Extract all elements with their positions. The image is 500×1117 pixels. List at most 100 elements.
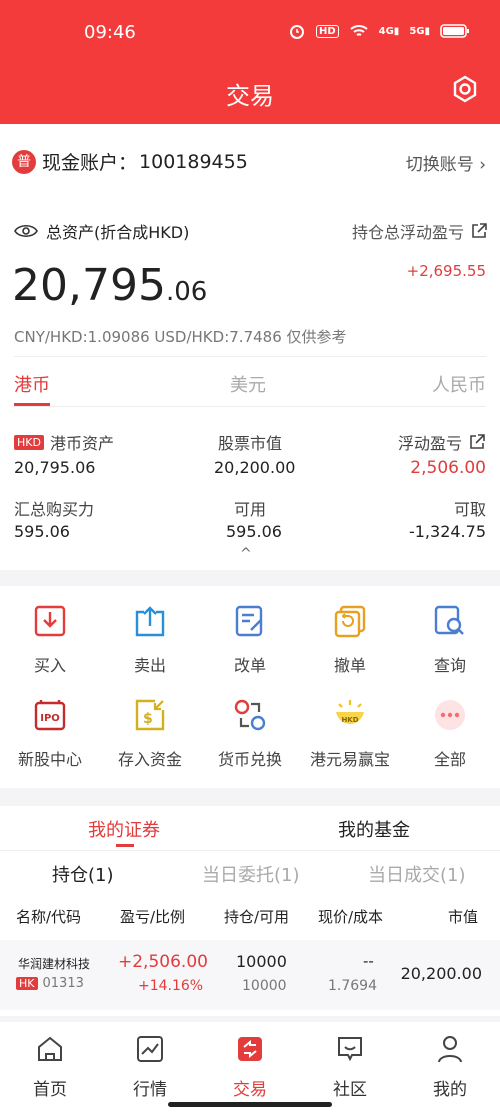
community-icon [338, 1037, 362, 1062]
deposit-icon: $ [135, 699, 165, 731]
buying-power-value: 595.06 [14, 522, 70, 541]
action-cancel-order[interactable]: 撤单 [300, 604, 400, 676]
sell-icon [135, 606, 165, 637]
subtab-today-orders[interactable]: 当日委托(1) [202, 861, 300, 887]
nav-profile[interactable]: 我的 [400, 1034, 500, 1100]
home-indicator[interactable] [168, 1102, 332, 1107]
action-label: 新股中心 [17, 750, 82, 769]
action-deposit[interactable]: $ 存入资金 [100, 698, 200, 770]
switch-account-button[interactable]: 切换账号 › [406, 150, 486, 175]
col-qty-avail: 持仓/可用 [224, 908, 290, 926]
col-price-cost: 现价/成本 [318, 908, 384, 926]
float-pl-cell-label[interactable]: 浮动盈亏 [398, 430, 486, 454]
wifi-icon [349, 25, 368, 36]
account-selector[interactable]: 普 现金账户： 100189455 [12, 148, 248, 175]
withdrawable-value: -1,324.75 [408, 522, 486, 541]
col-pl-ratio: 盈亏/比例 [120, 908, 186, 926]
4g-label: 4G [378, 25, 394, 37]
nav-market[interactable]: 行情 [100, 1034, 200, 1100]
row-pl-pct: +14.16% [138, 978, 204, 994]
action-query[interactable]: 查询 [400, 604, 500, 676]
col-market-value: 市值 [448, 908, 479, 926]
nav-label: 我的 [433, 1080, 467, 1100]
buying-power-label: 汇总购买力 [14, 500, 95, 519]
row-market-value: 20,200.00 [400, 964, 482, 983]
securities-panel: 我的证券 我的基金 持仓(1) 当日委托(1) 当日成交(1) 名称/代码 盈亏… [0, 806, 500, 1016]
buy-icon [34, 605, 66, 637]
5g-label: 5G [409, 25, 425, 37]
tab-my-funds[interactable]: 我的基金 [338, 816, 410, 842]
hkd-treasure-icon: HKD [336, 700, 364, 724]
eye-icon[interactable] [14, 223, 38, 239]
tab-indicator [116, 844, 134, 847]
float-pl-cell-value: 2,506.00 [410, 458, 486, 478]
action-ipo-center[interactable]: IPO 新股中心 [0, 698, 100, 770]
cell-label: 浮动盈亏 [397, 434, 462, 453]
action-label: 改单 [233, 656, 266, 675]
home-icon [38, 1036, 62, 1061]
battery-icon [440, 24, 469, 38]
nav-label: 社区 [333, 1080, 367, 1100]
action-label: 查询 [433, 656, 466, 675]
tab-hkd[interactable]: 港币 [14, 371, 50, 397]
collapse-chevron-icon[interactable]: ^ [240, 546, 252, 562]
action-edit-order[interactable]: 改单 [200, 604, 300, 676]
account-label: 现金账户： [42, 152, 138, 174]
4g-signal-icon: 4G▮ [378, 25, 400, 37]
total-assets-dec: .06 [165, 277, 208, 307]
tab-my-securities[interactable]: 我的证券 [88, 816, 160, 842]
ipo-text: IPO [40, 713, 60, 724]
nav-home[interactable]: 首页 [0, 1034, 100, 1100]
cancel-order-icon [334, 605, 366, 638]
hkd-assets-label: HKD 港币资产 [14, 430, 114, 454]
table-header: 名称/代码 盈亏/比例 持仓/可用 现价/成本 市值 [0, 892, 500, 936]
header-bar: 09:46 HD 4G▮ 5G▮ 交易 [0, 0, 500, 124]
float-pl-link[interactable]: 持仓总浮动盈亏 [352, 219, 488, 243]
stock-code: HK 01313 [16, 976, 84, 991]
5g-signal-icon: 5G▮ [409, 25, 430, 37]
stock-market-value-label: 股票市值 [218, 434, 283, 453]
svg-text:$: $ [143, 711, 153, 727]
action-label: 撤单 [333, 656, 366, 675]
action-label: 全部 [433, 750, 466, 769]
hd-icon: HD [315, 24, 339, 38]
total-assets-value: 20,795.06 [12, 260, 207, 311]
action-hkd-treasure[interactable]: HKD 港元易赢宝 [300, 698, 400, 770]
bottom-nav: 首页 行情 交易 社区 我的 [0, 1022, 500, 1117]
external-link-icon [472, 223, 487, 238]
tab-usd[interactable]: 美元 [230, 371, 266, 397]
row-pl-value: +2,506.00 [118, 952, 208, 972]
edit-order-icon [235, 605, 263, 637]
float-pl-value: +2,695.55 [406, 262, 486, 280]
more-icon [435, 700, 465, 730]
action-all[interactable]: 全部 [400, 698, 500, 770]
total-assets-int: 20,795 [12, 260, 166, 311]
subtab-today-trades[interactable]: 当日成交(1) [368, 861, 466, 887]
table-row[interactable]: 华润建材科技 HK 01313 +2,506.00 +14.16% 10000 … [0, 940, 500, 1010]
nav-community[interactable]: 社区 [300, 1034, 400, 1100]
action-sell[interactable]: 卖出 [100, 604, 200, 676]
action-label: 港元易赢宝 [309, 750, 390, 769]
subtab-positions[interactable]: 持仓(1) [52, 861, 114, 887]
action-label: 存入资金 [117, 750, 182, 769]
market-badge: HK [16, 977, 38, 990]
divider [0, 850, 500, 851]
account-number: 100189455 [139, 150, 248, 173]
ipo-icon: IPO [34, 700, 66, 731]
nav-trade[interactable]: 交易 [200, 1034, 300, 1100]
account-type-badge: 普 [12, 149, 36, 174]
exchange-icon [234, 699, 266, 731]
market-chart-icon [137, 1036, 163, 1062]
row-cost: 1.7694 [328, 978, 377, 994]
available-label: 可用 [234, 500, 267, 519]
external-link-icon [470, 434, 485, 449]
stock-name: 华润建材科技 [18, 957, 91, 971]
status-icons: HD 4G▮ 5G▮ [288, 22, 470, 40]
query-icon [434, 605, 464, 635]
float-pl-label: 持仓总浮动盈亏 [351, 223, 464, 242]
settings-gear-icon[interactable] [450, 74, 480, 104]
action-buy[interactable]: 买入 [0, 604, 100, 676]
action-label: 买入 [33, 656, 66, 675]
tab-cny[interactable]: 人民币 [432, 371, 486, 397]
action-currency-exchange[interactable]: 货币兑换 [200, 698, 300, 770]
